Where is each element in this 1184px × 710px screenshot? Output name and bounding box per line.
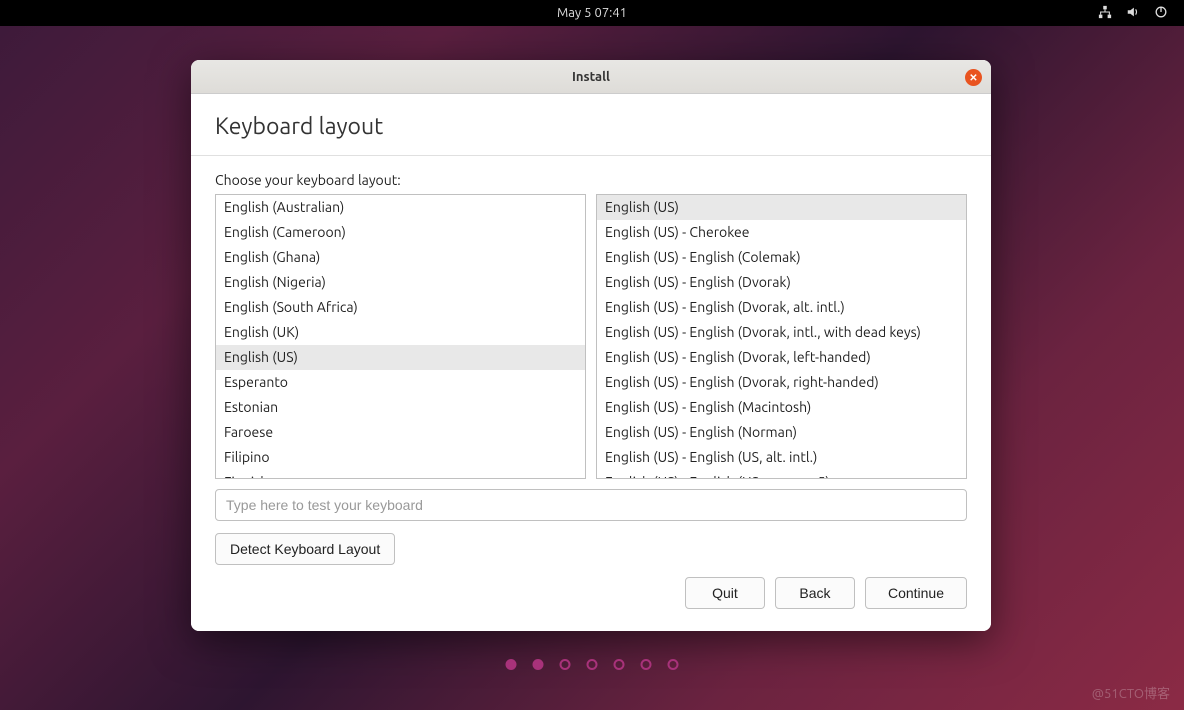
keyboard-test-input[interactable]	[215, 489, 967, 521]
clock-text: May 5 07:41	[557, 6, 627, 20]
layout-item[interactable]: Esperanto	[216, 370, 585, 395]
variant-item[interactable]: English (US) - English (Dvorak, right-ha…	[597, 370, 966, 395]
progress-dot	[668, 659, 679, 670]
progress-dot	[506, 659, 517, 670]
volume-icon[interactable]	[1126, 5, 1140, 22]
network-icon[interactable]	[1098, 5, 1112, 22]
navigation-buttons: Quit Back Continue	[191, 577, 991, 631]
layout-item[interactable]: English (Australian)	[216, 195, 585, 220]
variant-item[interactable]: English (US) - English (Dvorak)	[597, 270, 966, 295]
layout-item[interactable]: English (South Africa)	[216, 295, 585, 320]
quit-button[interactable]: Quit	[685, 577, 765, 609]
window-titlebar[interactable]: Install ✕	[191, 60, 991, 94]
variant-item[interactable]: English (US) - English (US, alt. intl.)	[597, 445, 966, 470]
install-window: Install ✕ Keyboard layout Choose your ke…	[191, 60, 991, 631]
close-button[interactable]: ✕	[965, 69, 982, 86]
variant-item[interactable]: English (US) - English (Norman)	[597, 420, 966, 445]
variant-item[interactable]: English (US) - English (Dvorak, alt. int…	[597, 295, 966, 320]
layout-item[interactable]: Filipino	[216, 445, 585, 470]
layout-item[interactable]: English (Cameroon)	[216, 220, 585, 245]
layout-item[interactable]: Estonian	[216, 395, 585, 420]
continue-button[interactable]: Continue	[865, 577, 967, 609]
layout-item[interactable]: English (US)	[216, 345, 585, 370]
variant-item[interactable]: English (US) - English (Dvorak, left-han…	[597, 345, 966, 370]
layout-item[interactable]: Faroese	[216, 420, 585, 445]
page-heading: Keyboard layout	[191, 94, 991, 156]
progress-dot	[587, 659, 598, 670]
top-bar: May 5 07:41	[0, 0, 1184, 26]
power-icon[interactable]	[1154, 5, 1168, 22]
variant-item[interactable]: English (US) - Cherokee	[597, 220, 966, 245]
progress-dot	[641, 659, 652, 670]
layout-item[interactable]: English (Nigeria)	[216, 270, 585, 295]
variant-item[interactable]: English (US) - English (Dvorak, intl., w…	[597, 320, 966, 345]
installer-content: Keyboard layout Choose your keyboard lay…	[191, 94, 991, 631]
variant-item[interactable]: English (US) - English (Macintosh)	[597, 395, 966, 420]
progress-dots	[506, 659, 679, 670]
progress-dot	[533, 659, 544, 670]
progress-dot	[614, 659, 625, 670]
layout-item[interactable]: English (UK)	[216, 320, 585, 345]
back-button[interactable]: Back	[775, 577, 855, 609]
variant-item[interactable]: English (US) - English (US, euro on 5)	[597, 470, 966, 479]
system-tray	[1098, 5, 1168, 22]
window-title: Install	[572, 70, 610, 84]
progress-dot	[560, 659, 571, 670]
layout-item[interactable]: English (Ghana)	[216, 245, 585, 270]
variant-item[interactable]: English (US)	[597, 195, 966, 220]
variant-item[interactable]: English (US) - English (Colemak)	[597, 245, 966, 270]
layout-list[interactable]: English (Australian)English (Cameroon)En…	[215, 194, 586, 479]
detect-keyboard-button[interactable]: Detect Keyboard Layout	[215, 533, 395, 565]
watermark: @51CTO博客	[1092, 683, 1170, 702]
variant-list[interactable]: English (US)English (US) - CherokeeEngli…	[596, 194, 967, 479]
choose-label: Choose your keyboard layout:	[191, 156, 991, 194]
layout-item[interactable]: Finnish	[216, 470, 585, 479]
layout-lists: English (Australian)English (Cameroon)En…	[191, 194, 991, 479]
